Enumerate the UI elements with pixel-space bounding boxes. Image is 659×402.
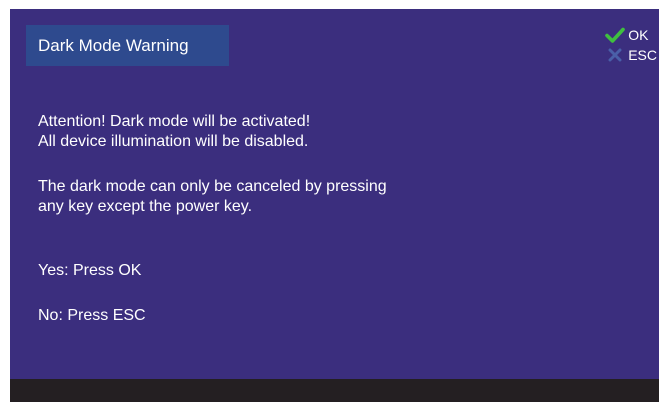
yes-option: Yes: Press OK: [38, 262, 142, 279]
activation-message: Attention! Dark mode will be activated! …: [38, 112, 310, 152]
x-icon: [604, 48, 626, 62]
ok-key-hint[interactable]: OK: [604, 25, 657, 45]
key-legend: OK ESC: [604, 25, 657, 65]
message-line: Attention! Dark mode will be activated!: [38, 113, 311, 130]
dialog-title: Dark Mode Warning: [26, 25, 229, 66]
ok-key-label: OK: [628, 27, 649, 43]
message-line: The dark mode can only be canceled by pr…: [38, 178, 387, 195]
esc-key-label: ESC: [628, 47, 657, 63]
cancel-info-message: The dark mode can only be canceled by pr…: [38, 177, 387, 217]
esc-key-hint[interactable]: ESC: [604, 45, 657, 65]
message-line: All device illumination will be disabled…: [38, 133, 309, 150]
bottom-bar: [10, 379, 659, 402]
no-option: No: Press ESC: [38, 307, 146, 324]
dark-mode-warning-dialog: Dark Mode Warning OK ESC Attention! Dark…: [10, 9, 659, 379]
check-icon: [604, 27, 626, 43]
message-line: any key except the power key.: [38, 198, 253, 215]
dialog-title-text: Dark Mode Warning: [38, 35, 189, 55]
